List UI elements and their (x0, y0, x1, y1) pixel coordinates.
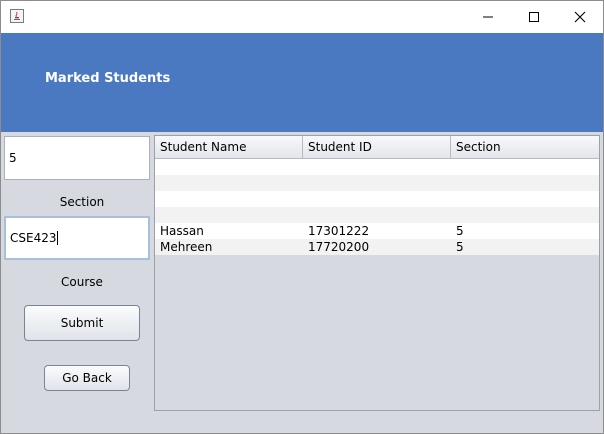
cell-student-name (155, 191, 303, 207)
table-row[interactable]: Hassan 17301222 5 (155, 223, 599, 239)
course-input[interactable]: CSE423 (4, 216, 150, 260)
table-body: Hassan 17301222 5 Mehreen 17720200 5 (155, 159, 599, 255)
header-banner: Marked Students (1, 33, 603, 132)
cell-student-id: 17301222 (308, 224, 370, 238)
section-input[interactable]: 5 (4, 136, 150, 180)
cell-student-name (155, 175, 303, 191)
cell-student-id (303, 175, 451, 191)
minimize-icon (483, 16, 493, 18)
cell-section: 5 (456, 224, 464, 238)
cell-student-id (303, 191, 451, 207)
table-row[interactable] (155, 207, 599, 223)
course-label: Course (61, 275, 103, 289)
title-bar (1, 1, 603, 33)
cell-section (451, 175, 599, 191)
close-icon (574, 11, 586, 23)
minimize-button[interactable] (465, 1, 511, 33)
students-table[interactable]: Student Name Student ID Section Hassan 1… (154, 135, 600, 411)
cell-section (451, 191, 599, 207)
submit-button[interactable]: Submit (24, 305, 140, 341)
cell-student-id (303, 159, 451, 175)
cell-student-name: Mehreen (160, 240, 213, 254)
cell-student-name: Hassan (160, 224, 204, 238)
table-row[interactable]: Mehreen 17720200 5 (155, 239, 599, 255)
section-input-value: 5 (9, 151, 17, 165)
close-button[interactable] (557, 1, 603, 33)
maximize-button[interactable] (511, 1, 557, 33)
cell-student-id (303, 207, 451, 223)
table-row[interactable] (155, 191, 599, 207)
column-header-student-id[interactable]: Student ID (303, 136, 451, 158)
text-caret (57, 231, 59, 245)
cell-student-name (155, 159, 303, 175)
cell-student-id: 17720200 (308, 240, 370, 254)
column-header-student-name[interactable]: Student Name (155, 136, 303, 158)
java-icon[interactable] (10, 9, 24, 23)
table-header: Student Name Student ID Section (155, 136, 599, 159)
cell-section: 5 (456, 240, 464, 254)
cell-student-name (155, 207, 303, 223)
page-title: Marked Students (45, 71, 171, 86)
go-back-button[interactable]: Go Back (44, 365, 130, 391)
course-input-value: CSE423 (10, 231, 57, 245)
section-label: Section (59, 195, 105, 209)
column-header-section[interactable]: Section (451, 136, 599, 158)
cell-section (451, 159, 599, 175)
table-row[interactable] (155, 175, 599, 191)
app-window: Marked Students 5 Section CSE423 Course … (0, 0, 604, 434)
cell-section (451, 207, 599, 223)
table-row[interactable] (155, 159, 599, 175)
maximize-icon (529, 12, 539, 22)
